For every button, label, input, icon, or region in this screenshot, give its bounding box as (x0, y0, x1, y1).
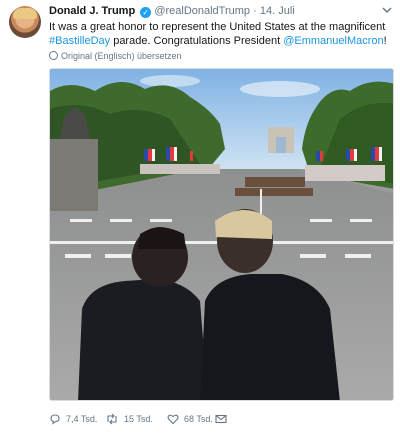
chevron-down-icon[interactable] (382, 6, 392, 17)
parade-photo-image (50, 69, 393, 400)
reply-button[interactable]: 7,4 Tsd. (49, 413, 97, 425)
reply-count: 7,4 Tsd. (66, 414, 98, 424)
translate-label: Original (Englisch) übersetzen (61, 51, 182, 61)
tweet-text-part: It was a great honor to represent the Un… (49, 21, 386, 33)
hashtag-link[interactable]: #BastilleDay (49, 35, 110, 47)
retweet-icon (107, 413, 117, 425)
tweet-text-part: parade. Congratulations President (110, 35, 284, 47)
tweet-text: It was a great honor to represent the Un… (49, 20, 394, 48)
header-separator: · (253, 5, 257, 17)
globe-icon (49, 51, 58, 60)
translate-link[interactable]: Original (Englisch) übersetzen (49, 51, 182, 61)
tweet-text-part: ! (383, 35, 387, 47)
author-handle[interactable]: @realDonaldTrump (154, 5, 250, 17)
like-button[interactable]: 68 Tsd. (167, 413, 213, 425)
tweet-actions: 7,4 Tsd. 15 Tsd. 68 Tsd. (49, 413, 349, 427)
avatar[interactable] (9, 6, 41, 38)
tweet-photo[interactable] (49, 68, 394, 401)
mention-link[interactable]: @EmmanuelMacron (283, 35, 383, 47)
retweet-count: 15 Tsd. (124, 414, 153, 424)
reply-icon (50, 414, 60, 425)
like-count: 68 Tsd. (184, 414, 213, 424)
tweet-card: Donald J. Trump ✓ @realDonaldTrump · 14.… (0, 0, 400, 438)
message-icon (215, 414, 227, 424)
message-button[interactable] (215, 413, 227, 425)
author-name[interactable]: Donald J. Trump (49, 5, 135, 17)
retweet-button[interactable]: 15 Tsd. (105, 413, 153, 425)
verified-icon: ✓ (140, 7, 152, 18)
like-icon (167, 414, 179, 425)
tweet-header: Donald J. Trump ✓ @realDonaldTrump · 14.… (49, 5, 380, 21)
tweet-date[interactable]: 14. Juli (260, 5, 295, 17)
